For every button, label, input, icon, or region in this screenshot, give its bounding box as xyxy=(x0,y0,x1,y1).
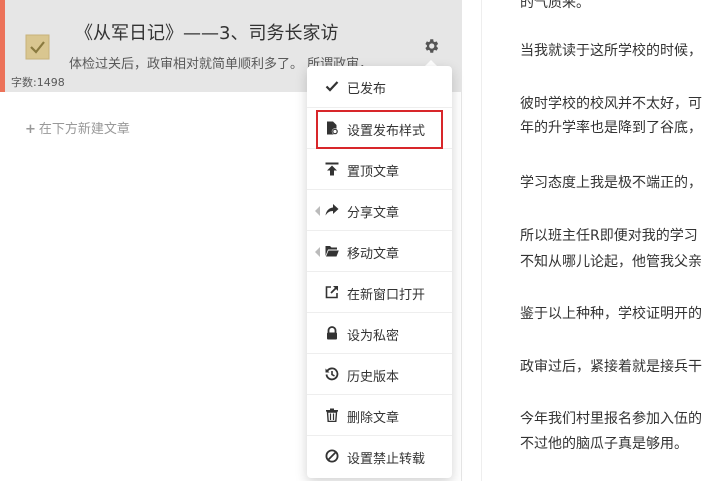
menu-item-published[interactable]: 已发布 xyxy=(307,66,452,107)
menu-item-share[interactable]: 分享文章 xyxy=(307,189,452,230)
menu-item-label: 历史版本 xyxy=(347,370,400,385)
menu-item-history[interactable]: 历史版本 xyxy=(307,353,452,394)
note-settings-menu: 已发布 设置发布样式 置顶文章 分享文章 移动文章 在新窗口打开 设为私密 历史… xyxy=(307,66,452,478)
menu-item-label: 已发布 xyxy=(347,82,387,97)
menu-item-label: 分享文章 xyxy=(347,206,400,221)
editor-line: 今年我们村里报名参加入伍的 xyxy=(520,411,702,427)
folder-open-icon xyxy=(325,246,339,257)
lock-icon xyxy=(327,326,337,340)
gear-icon[interactable] xyxy=(422,37,440,55)
menu-item-label: 设置禁止转载 xyxy=(347,452,426,467)
editor-panel[interactable]: 的气质来。 当我就读于这所学校的时候， 彼时学校的校风并不太好，可 年的升学率也… xyxy=(481,0,720,481)
pin-top-icon xyxy=(325,162,339,176)
published-note-icon xyxy=(25,34,50,60)
menu-item-move[interactable]: 移动文章 xyxy=(307,230,452,271)
editor-line: 鉴于以上种种，学校证明开的 xyxy=(520,306,702,322)
new-note-button[interactable]: + 在下方新建文章 xyxy=(25,118,130,137)
editor-line: 年的升学率也是降到了谷底， xyxy=(520,120,702,136)
plus-icon: + xyxy=(25,122,36,137)
menu-item-label: 设置发布样式 xyxy=(347,124,426,139)
note-title: 《从军日记》——3、司务长家访 xyxy=(75,23,339,44)
submenu-arrow-icon xyxy=(315,206,320,216)
ban-icon xyxy=(325,449,339,463)
external-link-icon xyxy=(325,285,339,299)
menu-item-label: 在新窗口打开 xyxy=(347,288,426,303)
menu-item-forbid-repost[interactable]: 设置禁止转载 xyxy=(307,435,452,476)
history-icon xyxy=(325,367,339,381)
menu-item-pin-top[interactable]: 置顶文章 xyxy=(307,148,452,189)
menu-item-private[interactable]: 设为私密 xyxy=(307,312,452,353)
menu-item-label: 设为私密 xyxy=(347,329,400,344)
menu-item-label: 置顶文章 xyxy=(347,165,400,180)
editor-line: 学习态度上我是极不端正的， xyxy=(520,175,702,191)
check-icon xyxy=(325,81,339,92)
menu-item-delete[interactable]: 删除文章 xyxy=(307,394,452,435)
word-count: 字数:1498 xyxy=(11,76,65,89)
submenu-arrow-icon xyxy=(315,247,320,257)
editor-line: 当我就读于这所学校的时候， xyxy=(520,43,702,59)
editor-line: 不知从哪儿论起，他管我父亲 xyxy=(520,254,702,270)
editor-line: 所以班主任R即便对我的学习 xyxy=(520,228,698,244)
editor-line: 彼时学校的校风并不太好，可 xyxy=(520,96,702,112)
menu-item-open-new-window[interactable]: 在新窗口打开 xyxy=(307,271,452,312)
new-note-label: 在下方新建文章 xyxy=(38,122,130,137)
editor-line: 政审过后，紧接着就是接兵干 xyxy=(520,359,702,375)
trash-icon xyxy=(326,408,338,422)
menu-item-label: 移动文章 xyxy=(347,247,400,262)
menu-item-label: 删除文章 xyxy=(347,411,400,426)
share-icon xyxy=(325,204,339,216)
editor-line: 不过他的脑瓜子真是够用。 xyxy=(520,436,688,452)
file-gear-icon xyxy=(327,121,339,135)
editor-line: 的气质来。 xyxy=(520,0,590,11)
menu-item-publish-style[interactable]: 设置发布样式 xyxy=(307,107,452,148)
